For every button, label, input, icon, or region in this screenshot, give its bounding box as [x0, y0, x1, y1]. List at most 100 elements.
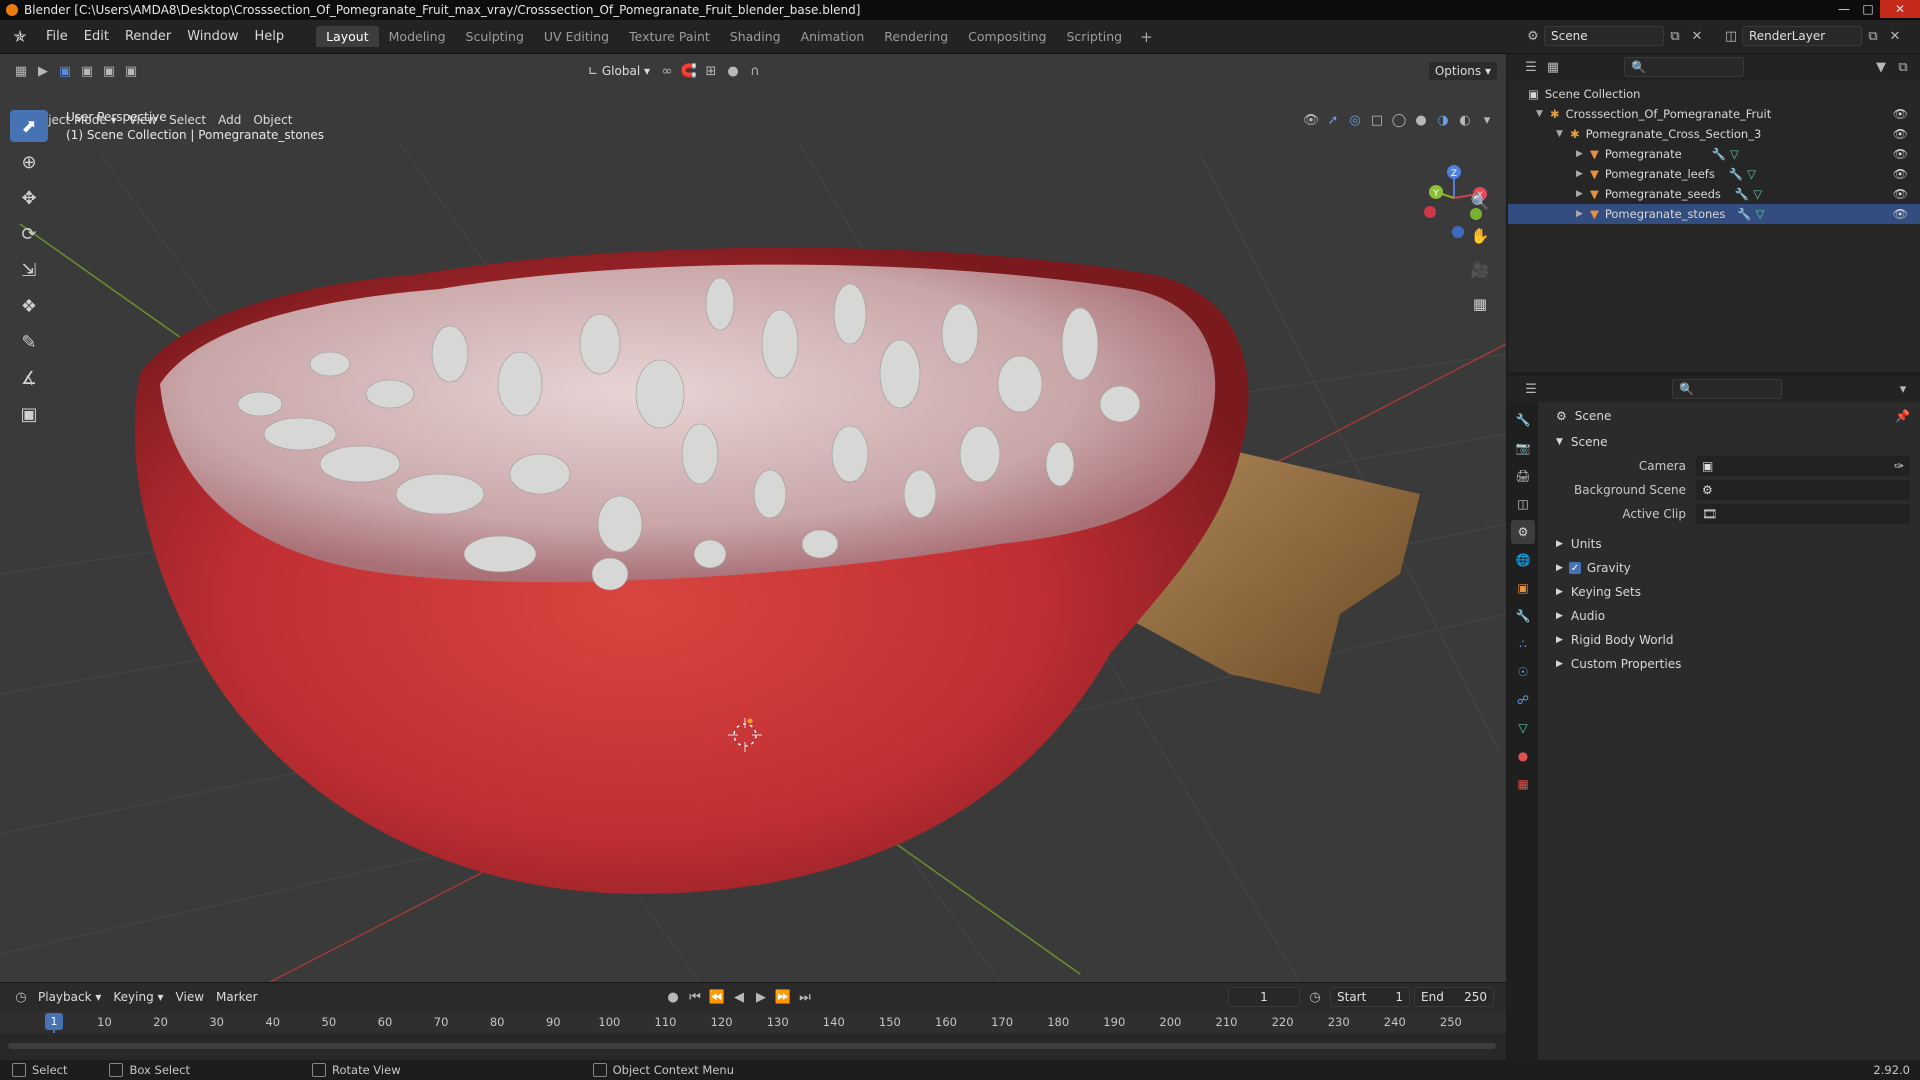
pan-hand-icon[interactable]: ✋: [1466, 222, 1494, 250]
tab-layout[interactable]: Layout: [316, 26, 379, 47]
delete-layer-icon[interactable]: ✕: [1884, 26, 1906, 46]
keying-sets-panel[interactable]: ▶ Keying Sets: [1546, 580, 1920, 604]
close-icon[interactable]: ✕: [1880, 0, 1920, 18]
shading-wireframe-icon[interactable]: ◯: [1388, 110, 1410, 130]
tool-tab-icon[interactable]: 🔧: [1511, 408, 1535, 432]
tab-sculpting[interactable]: Sculpting: [456, 26, 534, 47]
mesh-data-icon[interactable]: ▽: [1747, 167, 1756, 181]
material-tab-icon[interactable]: ●: [1511, 744, 1535, 768]
pivot-point-icon[interactable]: ∞: [656, 61, 678, 81]
shading-options-icon[interactable]: ▾: [1476, 110, 1498, 130]
timeline-menu-playback[interactable]: Playback ▾: [32, 987, 107, 1007]
select-box-tool-icon[interactable]: ⬈: [10, 110, 48, 142]
end-frame-field[interactable]: End 250: [1414, 987, 1494, 1007]
select-mode-icon[interactable]: ▶: [32, 61, 54, 81]
move-tool-icon[interactable]: ✥: [10, 182, 48, 214]
eye-icon[interactable]: 👁: [1893, 107, 1908, 121]
jump-end-icon[interactable]: ⏭: [794, 987, 816, 1007]
modifier-wrench-icon[interactable]: 🔧: [1735, 187, 1749, 201]
new-collection-icon[interactable]: ⧉: [1892, 57, 1914, 77]
outliner-row-sub[interactable]: ▼ ✱ Pomegranate_Cross_Section_3 👁: [1508, 124, 1920, 144]
mesh-data-icon[interactable]: ▽: [1730, 147, 1739, 161]
tab-scripting[interactable]: Scripting: [1057, 26, 1133, 47]
timeline-ruler[interactable]: 1 10 20 30 40 50 60 70 80 90 100 110 120 130 140 150 160…: [0, 1011, 1506, 1067]
proportional-edit-icon[interactable]: ●: [722, 61, 744, 81]
render-layer-icon[interactable]: ◫: [1720, 26, 1742, 46]
pin-icon[interactable]: 📌: [1895, 409, 1910, 423]
outliner-row-object[interactable]: ▶ ▼ Pomegranate 🔧 ▽ 👁: [1508, 144, 1920, 164]
snap-target-icon[interactable]: ⊞: [700, 61, 722, 81]
constraints-tab-icon[interactable]: ☍: [1511, 688, 1535, 712]
filter-icon[interactable]: ▼: [1870, 57, 1892, 77]
tab-modeling[interactable]: Modeling: [379, 26, 456, 47]
visibility-icon[interactable]: 👁: [1300, 110, 1322, 130]
world-tab-icon[interactable]: 🌐: [1511, 548, 1535, 572]
eye-icon[interactable]: 👁: [1893, 147, 1908, 161]
view-layer-tab-icon[interactable]: ◫: [1511, 492, 1535, 516]
scene-panel-header[interactable]: ▼ Scene: [1546, 430, 1920, 454]
outliner-row-object[interactable]: ▶ ▼ Pomegranate_leefs 🔧 ▽ 👁: [1508, 164, 1920, 184]
blender-menu-icon[interactable]: ✯: [8, 25, 32, 49]
play-icon[interactable]: ▶: [750, 987, 772, 1007]
select-subtract-icon[interactable]: ▣: [98, 61, 120, 81]
timeline-menu-view[interactable]: View: [170, 987, 210, 1007]
camera-view-icon[interactable]: 🎥: [1466, 256, 1494, 284]
tab-uv-editing[interactable]: UV Editing: [534, 26, 619, 47]
scene-field[interactable]: Scene: [1544, 26, 1664, 46]
outliner-search-input[interactable]: 🔍: [1624, 57, 1744, 77]
menu-edit[interactable]: Edit: [76, 29, 117, 44]
expand-arrow-icon[interactable]: ▼: [1536, 109, 1550, 119]
copy-layer-icon[interactable]: ⧉: [1862, 26, 1884, 46]
play-reverse-icon[interactable]: ◀: [728, 987, 750, 1007]
shading-material-icon[interactable]: ◑: [1432, 110, 1454, 130]
collapse-arrow-icon[interactable]: ▶: [1576, 169, 1590, 179]
tab-compositing[interactable]: Compositing: [958, 26, 1056, 47]
particles-tab-icon[interactable]: ∴: [1511, 632, 1535, 656]
physics-tab-icon[interactable]: ☉: [1511, 660, 1535, 684]
object-tab-icon[interactable]: ▣: [1511, 576, 1535, 600]
tab-animation[interactable]: Animation: [791, 26, 875, 47]
shading-solid-icon[interactable]: ●: [1410, 110, 1432, 130]
scale-tool-icon[interactable]: ⇲: [10, 254, 48, 286]
properties-options-icon[interactable]: ▾: [1892, 379, 1914, 399]
tab-rendering[interactable]: Rendering: [874, 26, 958, 47]
tab-texture-paint[interactable]: Texture Paint: [619, 26, 720, 47]
modifier-tab-icon[interactable]: 🔧: [1511, 604, 1535, 628]
outliner-row-object-selected[interactable]: ▶ ▼ Pomegranate_stones 🔧 ▽ 👁: [1508, 204, 1920, 224]
mesh-data-icon[interactable]: ▽: [1753, 187, 1762, 201]
properties-type-icon[interactable]: ☰: [1520, 379, 1542, 399]
falloff-icon[interactable]: ∩: [744, 61, 766, 81]
start-frame-field[interactable]: Start 1: [1330, 987, 1410, 1007]
mesh-data-icon[interactable]: ▽: [1756, 207, 1765, 221]
select-invert-icon[interactable]: ▣: [120, 61, 142, 81]
camera-field[interactable]: ▣ ✑: [1696, 456, 1910, 476]
timeline-type-icon[interactable]: ◷: [10, 987, 32, 1007]
scene-icon[interactable]: ⚙: [1522, 26, 1544, 46]
eye-icon[interactable]: 👁: [1893, 127, 1908, 141]
modifier-wrench-icon[interactable]: 🔧: [1737, 207, 1751, 221]
tab-shading[interactable]: Shading: [720, 26, 791, 47]
output-tab-icon[interactable]: 🖨: [1511, 464, 1535, 488]
zoom-icon[interactable]: 🔍: [1466, 188, 1494, 216]
active-clip-field[interactable]: 🎞: [1696, 504, 1910, 524]
timeline-body[interactable]: [0, 1033, 1506, 1061]
cursor-tool-icon[interactable]: ⊕: [10, 146, 48, 178]
data-tab-icon[interactable]: ▽: [1511, 716, 1535, 740]
maximize-icon[interactable]: □: [1856, 0, 1880, 18]
delete-scene-icon[interactable]: ✕: [1686, 26, 1708, 46]
texture-tab-icon[interactable]: ▦: [1511, 772, 1535, 796]
render-layer-field[interactable]: RenderLayer: [1742, 26, 1862, 46]
timeline-menu-marker[interactable]: Marker: [210, 987, 263, 1007]
modifier-wrench-icon[interactable]: 🔧: [1729, 167, 1743, 181]
xray-icon[interactable]: □: [1366, 110, 1388, 130]
background-scene-field[interactable]: ⚙: [1696, 480, 1910, 500]
ortho-grid-icon[interactable]: ▦: [1466, 290, 1494, 318]
eye-icon[interactable]: 👁: [1893, 167, 1908, 181]
select-box-new-icon[interactable]: ▣: [54, 61, 76, 81]
menu-file[interactable]: File: [38, 29, 76, 44]
current-frame-field[interactable]: 1: [1228, 987, 1300, 1007]
collapse-arrow-icon[interactable]: ▶: [1576, 149, 1590, 159]
annotate-tool-icon[interactable]: ✎: [10, 326, 48, 358]
eye-icon[interactable]: 👁: [1893, 187, 1908, 201]
units-panel[interactable]: ▶ Units: [1546, 532, 1920, 556]
